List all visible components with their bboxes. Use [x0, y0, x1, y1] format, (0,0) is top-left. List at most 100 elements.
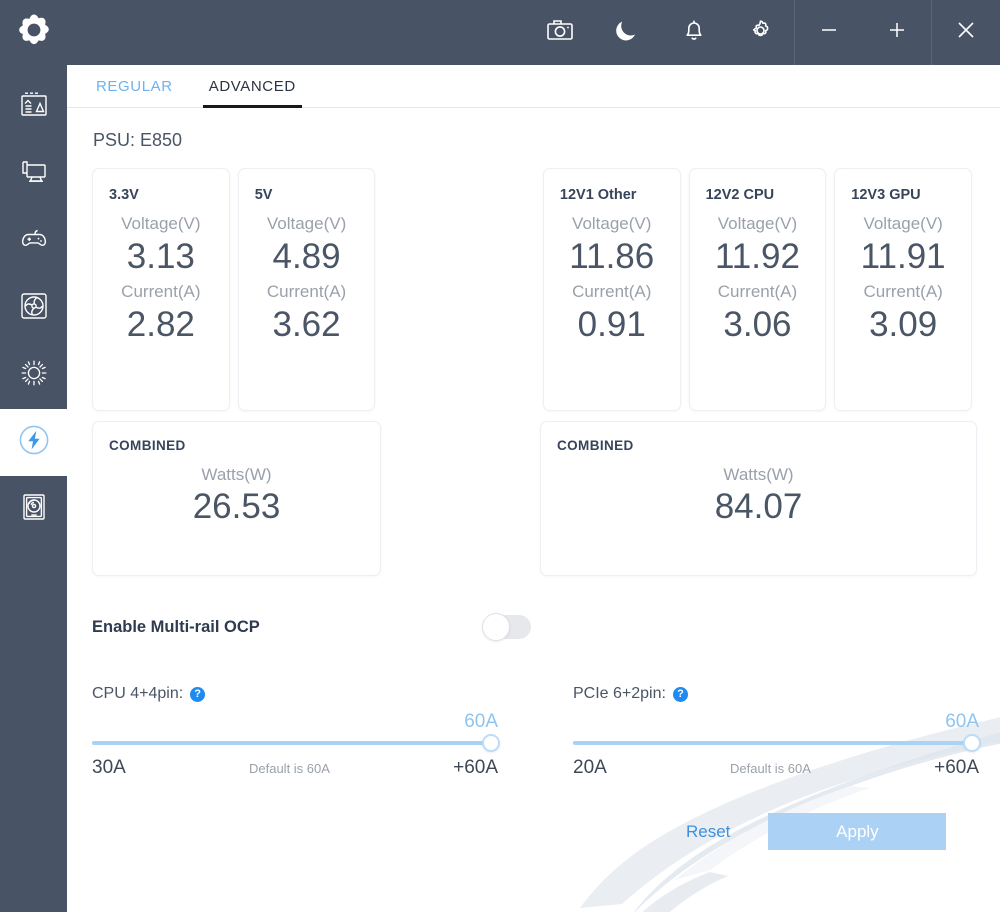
rail-cards-row: 3.3V Voltage(V) 3.13 Current(A) 2.82 5V …	[92, 168, 980, 411]
slider-value-cpu: 60A	[464, 711, 498, 732]
slider-max-cpu: +60A	[453, 757, 498, 778]
moon-icon	[615, 18, 638, 47]
notifications-button[interactable]	[660, 0, 727, 65]
sidebar-navigation	[0, 65, 67, 912]
slider-max-pcie: +60A	[934, 757, 979, 778]
maximize-button[interactable]	[863, 0, 931, 65]
voltage-label: Voltage(V)	[717, 214, 798, 233]
slider-track-pcie[interactable]	[573, 741, 973, 745]
monitor-icon	[19, 157, 49, 192]
sidebar-top-spacer	[0, 65, 67, 74]
gear-icon	[748, 18, 773, 48]
voltage-value: 4.89	[272, 236, 341, 276]
tab-bar: REGULAR ADVANCED	[67, 65, 1000, 108]
close-icon	[955, 19, 977, 46]
plus-icon	[887, 20, 907, 45]
lightning-bolt-icon	[17, 423, 51, 462]
slider-foot-pcie: 20A Default is 60A +60A	[573, 757, 979, 779]
rail-name: 3.3V	[109, 187, 139, 203]
watts-label: Watts(W)	[201, 465, 272, 484]
sidebar-item-monitor[interactable]	[0, 141, 67, 208]
dashboard-chart-icon	[19, 90, 49, 125]
current-label: Current(A)	[717, 282, 798, 302]
combined-card-low-voltage: COMBINED Watts(W) 26.53	[92, 421, 381, 576]
title-bar	[0, 0, 1000, 65]
voltage-value: 3.13	[126, 236, 195, 276]
sidebar-item-dashboard[interactable]	[0, 74, 67, 141]
screenshot-button[interactable]	[526, 0, 593, 65]
sun-icon	[19, 358, 49, 393]
tab-advanced[interactable]: ADVANCED	[202, 65, 302, 108]
slider-pcie[interactable]: 60A	[573, 711, 981, 755]
slider-value-pcie: 60A	[945, 711, 979, 732]
slider-foot-cpu: 30A Default is 60A +60A	[92, 757, 498, 779]
settings-button[interactable]	[727, 0, 794, 65]
slider-block-cpu: CPU 4+4pin: ? 60A 30A Default is 60A +60…	[92, 685, 500, 779]
action-buttons: Reset Apply	[686, 813, 1000, 850]
app-logo	[0, 0, 67, 65]
dark-mode-button[interactable]	[593, 0, 660, 65]
voltage-label: Voltage(V)	[121, 214, 201, 233]
rail-name: 5V	[254, 187, 273, 203]
watts-value: 84.07	[714, 487, 803, 526]
apply-button[interactable]: Apply	[768, 813, 947, 850]
sidebar-item-gaming[interactable]	[0, 208, 67, 275]
help-icon[interactable]: ?	[672, 686, 688, 702]
slider-track-cpu[interactable]	[92, 741, 492, 745]
minimize-button[interactable]	[795, 0, 863, 65]
rail-name: 12V3 GPU	[851, 187, 921, 203]
current-label: Current(A)	[863, 282, 943, 302]
main-content: hw-journal.de REGULAR ADVANCED PSU: E850…	[67, 65, 1000, 912]
slider-block-pcie: PCIe 6+2pin: ? 60A 20A Default is 60A +6…	[573, 685, 981, 779]
watts-value: 26.53	[192, 487, 281, 526]
slider-default-pcie: Default is 60A	[729, 761, 811, 776]
slider-label-cpu: CPU 4+4pin:	[92, 685, 184, 702]
close-button[interactable]	[932, 0, 1000, 65]
titlebar-drag-region	[67, 0, 526, 65]
multirail-ocp-row: Enable Multi-rail OCP	[92, 613, 552, 641]
rail-card-3v3: 3.3V Voltage(V) 3.13 Current(A) 2.82	[92, 168, 230, 411]
rail-card-12v1-other: 12V1 Other Voltage(V) 11.86 Current(A) 0…	[542, 168, 681, 411]
rail-card-5v: 5V Voltage(V) 4.89 Current(A) 3.62	[237, 168, 376, 411]
help-icon[interactable]: ?	[190, 686, 206, 702]
sidebar-item-cooling[interactable]	[0, 275, 67, 342]
current-value: 2.82	[126, 305, 195, 345]
app-logo-icon	[17, 13, 51, 52]
combined-card-12v: COMBINED Watts(W) 84.07	[540, 421, 977, 576]
voltage-value: 11.91	[860, 236, 946, 276]
fan-icon	[19, 291, 49, 326]
current-label: Current(A)	[572, 282, 652, 302]
current-value: 3.06	[723, 305, 792, 345]
voltage-label: Voltage(V)	[572, 214, 652, 233]
watts-label: Watts(W)	[723, 465, 794, 484]
slider-min-cpu: 30A	[92, 757, 126, 778]
bell-icon	[683, 18, 705, 47]
slider-label-cpu-row: CPU 4+4pin: ?	[92, 685, 498, 703]
slider-fill-cpu	[92, 741, 492, 745]
combined-cards-row: COMBINED Watts(W) 26.53 COMBINED Watts(W…	[92, 421, 980, 576]
psu-model-label: PSU: E850	[93, 130, 183, 150]
slider-handle-pcie[interactable]	[963, 734, 981, 752]
current-label: Current(A)	[266, 282, 347, 302]
slider-min-pcie: 20A	[573, 757, 607, 778]
reset-button[interactable]: Reset	[686, 822, 730, 842]
titlebar-actions	[526, 0, 794, 65]
gamepad-icon	[19, 224, 49, 259]
multirail-ocp-label: Enable Multi-rail OCP	[92, 617, 260, 636]
slider-default-cpu: Default is 60A	[248, 761, 330, 776]
minimize-icon	[819, 20, 839, 45]
rail-card-12v2-cpu: 12V2 CPU Voltage(V) 11.92 Current(A) 3.0…	[688, 168, 827, 411]
voltage-label: Voltage(V)	[266, 214, 347, 233]
sidebar-item-storage[interactable]	[0, 476, 67, 543]
combined-title: COMBINED	[109, 438, 186, 453]
current-value: 3.09	[869, 305, 938, 345]
sidebar-item-power[interactable]	[0, 409, 67, 476]
voltage-value: 11.92	[714, 236, 800, 276]
tab-regular[interactable]: REGULAR	[90, 65, 179, 108]
rail-name: 12V2 CPU	[705, 187, 775, 203]
slider-cpu[interactable]: 60A	[92, 711, 500, 755]
sidebar-item-lighting[interactable]	[0, 342, 67, 409]
slider-handle-cpu[interactable]	[482, 734, 500, 752]
multirail-ocp-toggle[interactable]	[482, 613, 531, 641]
rail-group-gap	[383, 168, 542, 411]
